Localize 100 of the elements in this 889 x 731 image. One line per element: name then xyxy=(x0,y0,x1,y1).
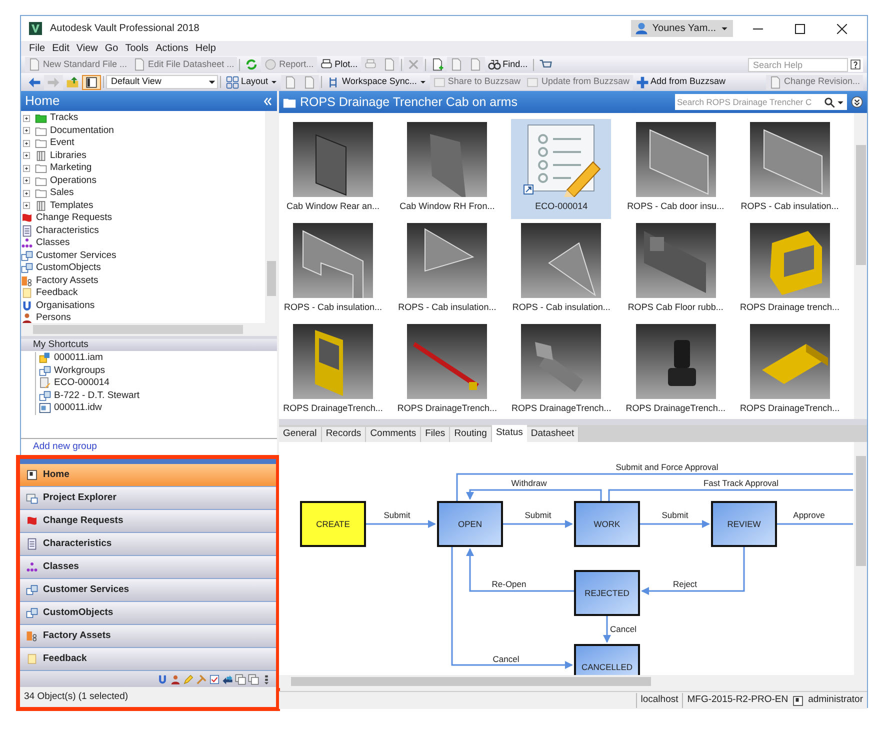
close-icon[interactable] xyxy=(837,24,847,34)
expand-icon[interactable] xyxy=(21,188,32,199)
tab[interactable]: Comments xyxy=(366,427,422,442)
tree-item[interactable]: Classes xyxy=(21,237,265,250)
toolbar-button[interactable]: Workspace Sync... xyxy=(324,74,430,90)
tab[interactable]: Datasheet xyxy=(526,427,580,442)
scrollbar[interactable] xyxy=(265,111,277,323)
menu-item[interactable]: Actions xyxy=(156,41,188,56)
file-tile[interactable]: ROPS DrainageTrench... xyxy=(511,321,612,421)
expand-icon[interactable] xyxy=(21,162,32,174)
magnet-icon[interactable] xyxy=(157,674,168,684)
nav-button[interactable]: Characteristics xyxy=(20,533,276,556)
expand-icon[interactable] xyxy=(21,200,32,212)
splitter-grip[interactable] xyxy=(20,459,276,464)
tree-item[interactable]: Marketing xyxy=(21,162,265,174)
tree-item[interactable]: Documentation xyxy=(21,124,265,137)
nav-button[interactable]: Project Explorer xyxy=(20,487,276,510)
collapse-icon[interactable] xyxy=(262,96,273,106)
search-help-field[interactable]: Search Help xyxy=(748,58,848,72)
tree-item[interactable]: Change Requests xyxy=(21,212,265,224)
tree-item[interactable]: Persons xyxy=(21,312,265,323)
tab[interactable]: Status xyxy=(492,425,527,442)
checklist-icon[interactable] xyxy=(209,674,220,684)
shortcut-item[interactable]: B-722 - D.T. Stewart xyxy=(35,390,277,402)
file-tile[interactable]: ROPS - Cab insulation... xyxy=(283,220,383,320)
tree-item[interactable]: Event xyxy=(21,137,265,150)
shortcut-item[interactable]: 000011.iam xyxy=(35,352,277,364)
scrollbar[interactable] xyxy=(21,323,277,336)
toolbar-button[interactable]: Add from Buzzsaw xyxy=(632,74,729,90)
shortcut-item[interactable]: 000011.idw xyxy=(35,402,277,414)
tree-item[interactable]: Libraries xyxy=(21,150,265,162)
file-tile[interactable]: ROPS - Cab insulation... xyxy=(511,220,612,320)
file-tile[interactable]: ROPS DrainageTrench... xyxy=(626,321,726,421)
file-tile[interactable]: Cab Window RH Fron... xyxy=(397,119,498,219)
file-tile[interactable]: ROPS Cab Floor rubb... xyxy=(626,220,726,320)
file-tile[interactable]: ROPS DrainageTrench... xyxy=(740,321,840,421)
toolbar-button[interactable]: Plot... xyxy=(316,57,361,72)
expand-icon[interactable] xyxy=(21,150,32,162)
menu-item[interactable]: Tools xyxy=(125,41,149,56)
file-tile[interactable]: Cab Window Rear an... xyxy=(283,119,383,219)
file-tile[interactable]: ROPS - Cab insulation... xyxy=(740,119,840,219)
search-field[interactable]: Search ROPS Drainage Trencher C xyxy=(675,94,847,110)
tree-item[interactable]: Templates xyxy=(21,200,265,212)
tab[interactable]: Records xyxy=(322,427,366,442)
expand-chevrons-icon[interactable] xyxy=(851,96,863,108)
person-icon[interactable] xyxy=(170,674,181,684)
windows-icon[interactable] xyxy=(235,674,246,684)
menu-item[interactable]: View xyxy=(76,41,98,56)
tree-item[interactable]: Characteristics xyxy=(21,224,265,237)
nav-button[interactable]: Customer Services xyxy=(20,579,276,602)
expand-icon[interactable] xyxy=(21,175,32,186)
nav-button[interactable]: Feedback xyxy=(20,648,276,671)
nav-button[interactable]: Classes xyxy=(20,556,276,579)
nav-button[interactable]: Change Requests xyxy=(20,510,276,533)
nav-button[interactable]: Home xyxy=(20,464,276,487)
menu-item[interactable]: Edit xyxy=(52,41,70,56)
arrows-icon[interactable] xyxy=(222,674,233,684)
file-tile[interactable]: ROPS DrainageTrench... xyxy=(397,321,498,421)
nav-button[interactable]: CustomObjects xyxy=(20,602,276,625)
tree-item[interactable]: CustomObjects xyxy=(21,262,265,274)
menu-item[interactable]: Go xyxy=(104,41,118,56)
tree-item[interactable]: Operations xyxy=(21,174,265,187)
expand-icon[interactable] xyxy=(21,125,32,136)
toolbar-button[interactable]: Find... xyxy=(484,57,531,72)
scrollbar[interactable] xyxy=(854,442,867,675)
search-icon[interactable] xyxy=(824,96,835,108)
file-tile[interactable]: ECO-000014 xyxy=(511,119,612,219)
add-group-link[interactable]: Add new group xyxy=(33,440,97,454)
shortcut-item[interactable]: ECO-000014 xyxy=(35,377,277,390)
tab[interactable]: Routing xyxy=(450,427,492,442)
shortcut-item[interactable]: Workgroups xyxy=(35,364,277,377)
view-dropdown[interactable]: Default View xyxy=(106,75,218,89)
file-tile[interactable]: ROPS Drainage trench... xyxy=(740,220,840,320)
pencil-icon[interactable] xyxy=(183,674,194,684)
tree-item[interactable]: Factory Assets xyxy=(21,274,265,287)
state-node[interactable] xyxy=(574,501,640,547)
file-tile[interactable]: ROPS - Cab door insu... xyxy=(626,119,726,219)
nav-button[interactable]: Factory Assets xyxy=(20,625,276,648)
expand-icon[interactable] xyxy=(21,112,32,124)
tree-item[interactable]: Feedback xyxy=(21,287,265,300)
user-menu[interactable]: Younes Yam... xyxy=(631,20,733,37)
tree-item[interactable]: Tracks xyxy=(21,112,265,124)
menu-item[interactable]: Help xyxy=(195,41,216,56)
windows-icon[interactable] xyxy=(248,674,259,684)
file-tile[interactable]: ROPS - Cab insulation... xyxy=(397,220,498,320)
tab[interactable]: General xyxy=(279,427,322,442)
state-node[interactable] xyxy=(711,501,777,547)
state-node[interactable] xyxy=(300,501,366,547)
maximize-icon[interactable] xyxy=(795,24,805,34)
tree-item[interactable]: Sales xyxy=(21,187,265,200)
expand-icon[interactable] xyxy=(21,138,32,149)
state-node[interactable] xyxy=(437,501,503,547)
file-tile[interactable]: ROPS DrainageTrench... xyxy=(283,321,383,421)
state-node[interactable] xyxy=(574,570,640,616)
tree-item[interactable]: Organisations xyxy=(21,300,265,312)
toolbar-button[interactable]: Layout xyxy=(223,74,282,90)
scrollbar[interactable] xyxy=(854,113,867,419)
tree-item[interactable]: Customer Services xyxy=(21,250,265,262)
toolbar-icon-button[interactable] xyxy=(82,74,101,90)
tab[interactable]: Files xyxy=(421,427,450,442)
